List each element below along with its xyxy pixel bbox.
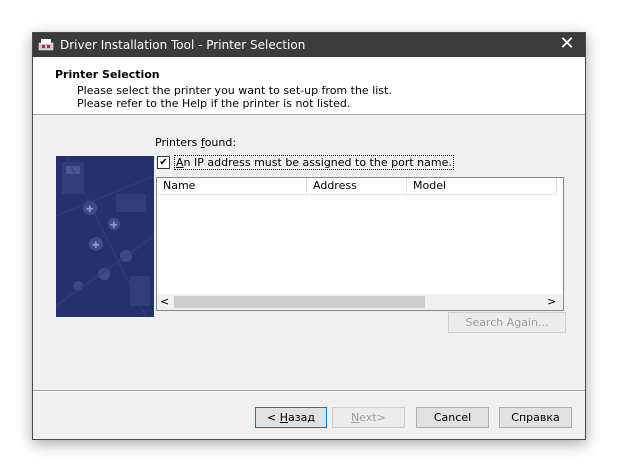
scroll-left-arrow-icon[interactable]: < (160, 295, 172, 309)
back-button[interactable]: < Назад (255, 407, 327, 428)
svg-text:✚: ✚ (110, 221, 118, 231)
svg-text:✚: ✚ (86, 205, 94, 215)
next-button[interactable]: Next> (332, 407, 405, 428)
cancel-button[interactable]: Cancel (416, 407, 489, 428)
wizard-header: Printer Selection Please select the prin… (33, 57, 585, 115)
ip-address-checkbox-label[interactable]: An IP address must be assigned to the po… (174, 155, 454, 170)
svg-text:✚: ✚ (92, 241, 100, 251)
wizard-side-image: ✚ ✚ ✚ (56, 156, 154, 317)
search-again-button[interactable]: Search Again... (448, 312, 566, 333)
footer-divider (33, 390, 585, 392)
printers-found-label: Printers found: (155, 136, 237, 149)
printer-app-icon (38, 39, 54, 51)
installer-dialog: Driver Installation Tool - Printer Selec… (32, 32, 586, 440)
title-bar: Driver Installation Tool - Printer Selec… (33, 33, 585, 57)
column-header-model[interactable]: Model (407, 178, 557, 194)
circuit-board-image: ✚ ✚ ✚ (56, 156, 154, 317)
page-description-line1: Please select the printer you want to se… (77, 84, 392, 97)
help-button[interactable]: Справка (499, 407, 572, 428)
printer-list-header: Name Address Model (157, 178, 557, 195)
printer-list[interactable]: Name Address Model < > (156, 177, 564, 311)
page-title: Printer Selection (55, 68, 160, 81)
window-title: Driver Installation Tool - Printer Selec… (60, 38, 306, 52)
column-header-address[interactable]: Address (307, 178, 407, 194)
scrollbar-thumb[interactable] (174, 296, 425, 308)
checkmark-icon: ✔ (159, 157, 168, 168)
column-header-name[interactable]: Name (157, 178, 307, 194)
ip-address-checkbox[interactable]: ✔ (157, 156, 170, 169)
close-button[interactable]: ✕ (549, 33, 585, 57)
scroll-right-arrow-icon[interactable]: > (547, 295, 559, 309)
close-icon: ✕ (559, 33, 575, 54)
horizontal-scrollbar[interactable]: < > (157, 294, 563, 310)
page-description-line2: Please refer to the Help if the printer … (77, 97, 351, 110)
